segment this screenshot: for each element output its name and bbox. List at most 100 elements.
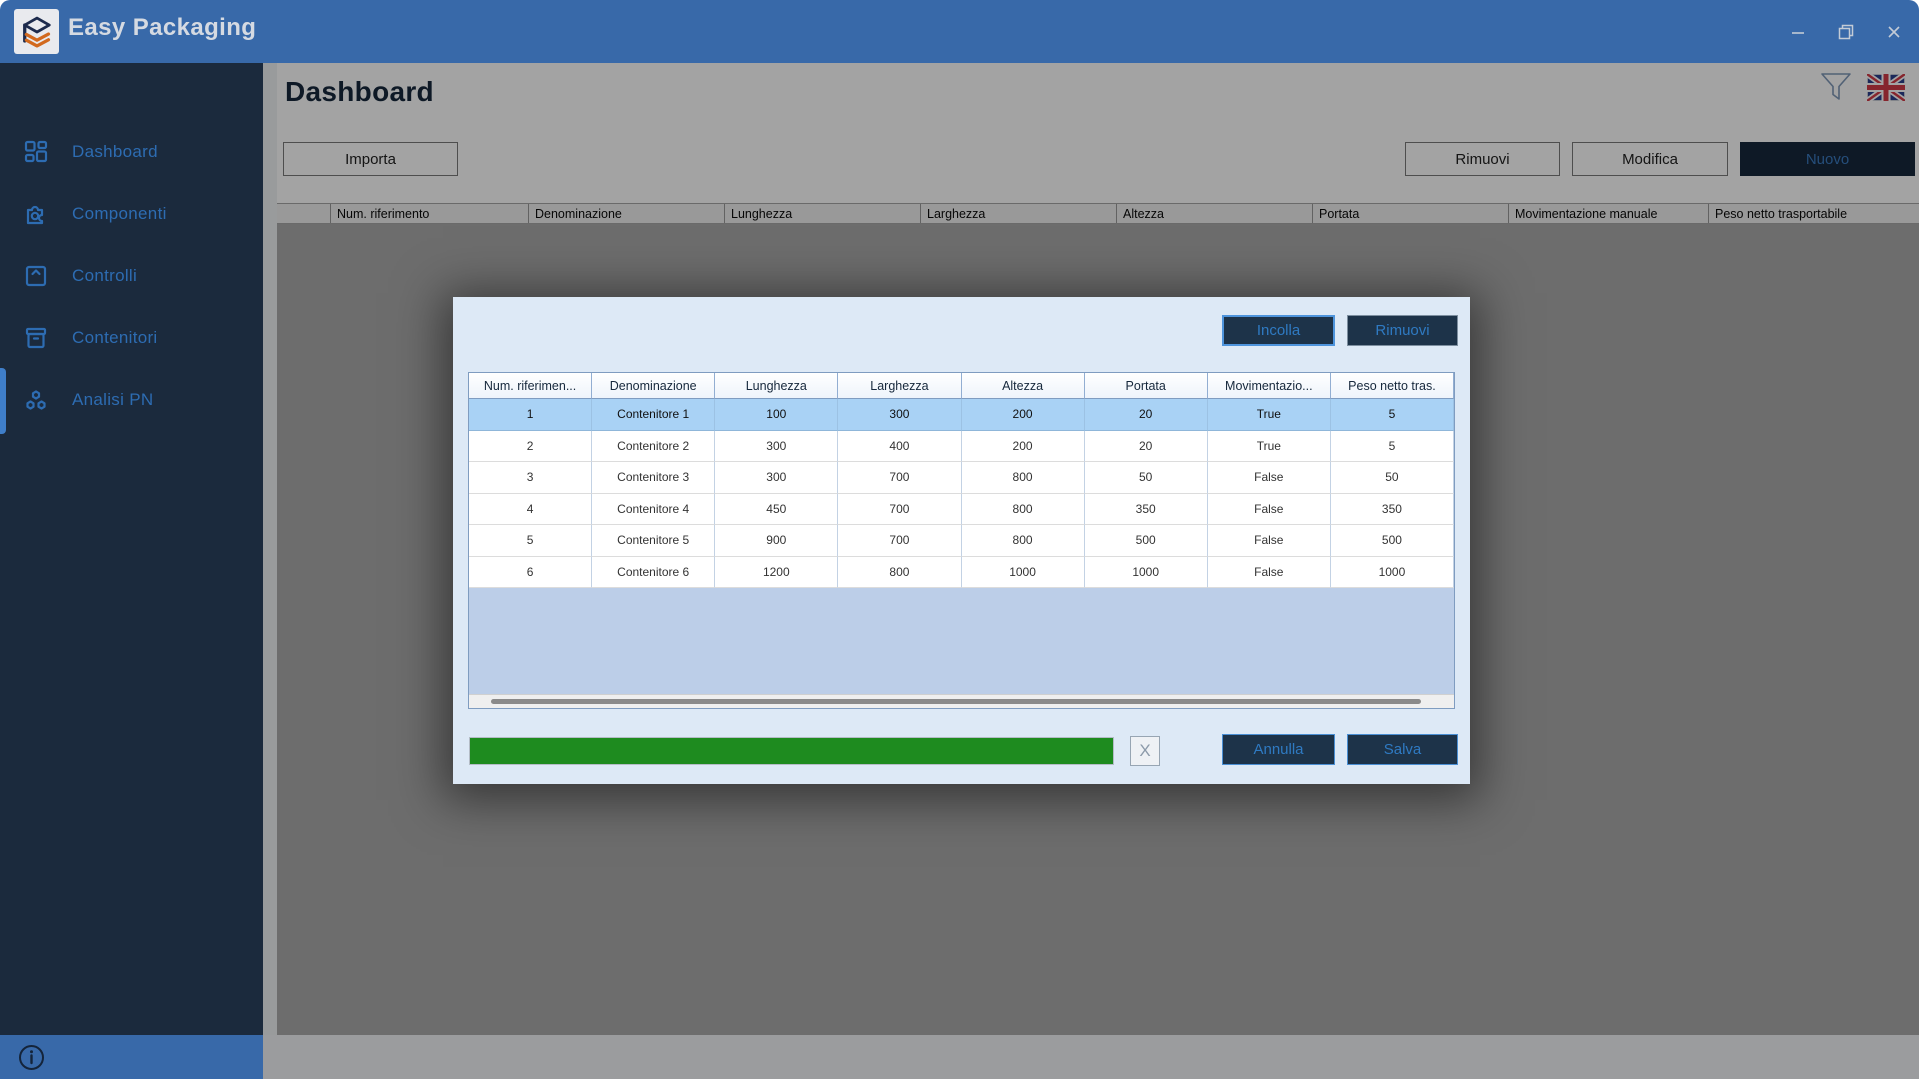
salva-button[interactable]: Salva (1347, 734, 1458, 765)
package-logo-icon (19, 14, 55, 50)
dialog-grid-column-header[interactable]: Lunghezza (715, 373, 838, 399)
dialog-grid-cell[interactable]: 2 (469, 431, 592, 463)
cancel-progress-button[interactable]: X (1130, 736, 1160, 766)
app-logo (14, 9, 59, 54)
dialog-rimuovi-button[interactable]: Rimuovi (1347, 315, 1458, 346)
dialog-grid-cell[interactable]: True (1208, 399, 1331, 431)
dialog-grid-cell[interactable]: False (1208, 557, 1331, 589)
dialog-grid-cell[interactable]: 5 (469, 525, 592, 557)
dialog-grid-row[interactable]: 3 Contenitore 3 300 700 800 50 False 50 (469, 462, 1454, 494)
close-icon (1887, 25, 1901, 39)
dialog-grid-cell[interactable]: Contenitore 6 (592, 557, 715, 589)
dialog-grid-cell[interactable]: True (1208, 431, 1331, 463)
dialog-grid-column-header[interactable]: Larghezza (838, 373, 961, 399)
contenitori-dialog: Incolla Rimuovi Num. riferimen...Denomin… (453, 297, 1470, 784)
horizontal-scrollbar[interactable] (469, 694, 1455, 708)
sidebar-item-label: Contenitori (72, 328, 158, 348)
dialog-grid-row[interactable]: 2 Contenitore 2 300 400 200 20 True 5 (469, 431, 1454, 463)
dialog-grid-column-header[interactable]: Altezza (962, 373, 1085, 399)
dialog-grid-row[interactable]: 1 Contenitore 1 100 300 200 20 True 5 (469, 399, 1454, 431)
dialog-grid-cell[interactable]: Contenitore 1 (592, 399, 715, 431)
dialog-grid-cell[interactable]: 500 (1085, 525, 1208, 557)
dialog-grid-cell[interactable]: 1 (469, 399, 592, 431)
dialog-grid-column-header[interactable]: Num. riferimen... (469, 373, 592, 399)
minimize-button[interactable] (1787, 21, 1809, 43)
container-box-icon (24, 326, 48, 350)
dialog-grid-cell[interactable]: 800 (962, 525, 1085, 557)
sidebar-item-contenitori[interactable]: Contenitori (0, 316, 263, 360)
annulla-button[interactable]: Annulla (1222, 734, 1335, 765)
title-bar: Easy Packaging (0, 0, 1919, 63)
dialog-grid-cell[interactable]: 700 (838, 462, 961, 494)
dialog-grid-cell[interactable]: 300 (715, 431, 838, 463)
restore-icon (1838, 24, 1854, 40)
dialog-grid-cell[interactable]: 20 (1085, 431, 1208, 463)
dialog-grid-cell[interactable]: 900 (715, 525, 838, 557)
horizontal-scrollbar-thumb[interactable] (491, 699, 1421, 704)
info-bar (0, 1035, 263, 1079)
puzzle-icon (24, 202, 48, 226)
dialog-grid-cell[interactable]: Contenitore 4 (592, 494, 715, 526)
dialog-grid-cell[interactable]: 500 (1331, 525, 1454, 557)
dialog-grid-row[interactable]: 6 Contenitore 6 1200 800 1000 1000 False… (469, 557, 1454, 589)
progress-bar (469, 737, 1114, 765)
dialog-grid-cell[interactable]: 20 (1085, 399, 1208, 431)
dialog-grid-cell[interactable]: 6 (469, 557, 592, 589)
dialog-grid-cell[interactable]: 700 (838, 494, 961, 526)
dashboard-grid-icon (24, 140, 48, 164)
close-button[interactable] (1883, 21, 1905, 43)
dialog-grid-cell[interactable]: Contenitore 3 (592, 462, 715, 494)
dialog-grid-cell[interactable]: False (1208, 494, 1331, 526)
restore-button[interactable] (1835, 21, 1857, 43)
dialog-grid-cell[interactable]: False (1208, 525, 1331, 557)
dialog-grid-cell[interactable]: 700 (838, 525, 961, 557)
window-controls (1787, 0, 1905, 63)
app-window: Easy Packaging (0, 0, 1919, 1079)
dialog-grid-cell[interactable]: 5 (1331, 431, 1454, 463)
dialog-grid-cell[interactable]: 100 (715, 399, 838, 431)
dialog-grid-column-header[interactable]: Portata (1085, 373, 1208, 399)
dialog-grid-cell[interactable]: 450 (715, 494, 838, 526)
sidebar-item-controlli[interactable]: Controlli (0, 254, 263, 298)
sidebar-item-label: Analisi PN (72, 390, 153, 410)
sidebar-item-dashboard[interactable]: Dashboard (0, 130, 263, 174)
dialog-grid-column-header[interactable]: Movimentazio... (1208, 373, 1331, 399)
dialog-grid-cell[interactable]: False (1208, 462, 1331, 494)
dialog-grid-row[interactable]: 5 Contenitore 5 900 700 800 500 False 50… (469, 525, 1454, 557)
dialog-grid-cell[interactable]: 4 (469, 494, 592, 526)
dialog-grid-cell[interactable]: 3 (469, 462, 592, 494)
dialog-grid-cell[interactable]: 800 (962, 462, 1085, 494)
dialog-grid-cell[interactable]: 1000 (1085, 557, 1208, 589)
sidebar-item-analisi-pn[interactable]: Analisi PN (0, 378, 263, 422)
dialog-grid-rows: 1 Contenitore 1 100 300 200 20 True 5 2 … (469, 399, 1454, 588)
dialog-grid-cell[interactable]: 350 (1085, 494, 1208, 526)
minimize-icon (1791, 25, 1805, 39)
dialog-grid-header: Num. riferimen...DenominazioneLunghezzaL… (469, 373, 1454, 399)
app-title: Easy Packaging (68, 14, 256, 42)
sidebar-item-label: Componenti (72, 204, 167, 224)
dialog-grid-cell[interactable]: 800 (962, 494, 1085, 526)
info-icon[interactable] (18, 1044, 45, 1071)
dialog-grid-column-header[interactable]: Denominazione (592, 373, 715, 399)
box-upload-icon (24, 264, 48, 288)
dialog-grid-cell[interactable]: 50 (1331, 462, 1454, 494)
dialog-grid-row[interactable]: 4 Contenitore 4 450 700 800 350 False 35… (469, 494, 1454, 526)
dialog-grid-cell[interactable]: 200 (962, 431, 1085, 463)
dialog-grid-cell[interactable]: 1000 (1331, 557, 1454, 589)
dialog-grid-cell[interactable]: 300 (715, 462, 838, 494)
dialog-grid-cell[interactable]: Contenitore 2 (592, 431, 715, 463)
progress-bar-fill (470, 738, 1113, 764)
sidebar-item-componenti[interactable]: Componenti (0, 192, 263, 236)
dialog-grid-cell[interactable]: 800 (838, 557, 961, 589)
dialog-grid-cell[interactable]: Contenitore 5 (592, 525, 715, 557)
incolla-button[interactable]: Incolla (1222, 315, 1335, 346)
dialog-grid-cell[interactable]: 400 (838, 431, 961, 463)
dialog-grid-cell[interactable]: 300 (838, 399, 961, 431)
dialog-grid-cell[interactable]: 50 (1085, 462, 1208, 494)
dialog-grid-column-header[interactable]: Peso netto tras. (1331, 373, 1454, 399)
dialog-grid-cell[interactable]: 5 (1331, 399, 1454, 431)
dialog-grid-cell[interactable]: 1200 (715, 557, 838, 589)
dialog-grid-cell[interactable]: 350 (1331, 494, 1454, 526)
dialog-grid-cell[interactable]: 200 (962, 399, 1085, 431)
dialog-grid-cell[interactable]: 1000 (962, 557, 1085, 589)
